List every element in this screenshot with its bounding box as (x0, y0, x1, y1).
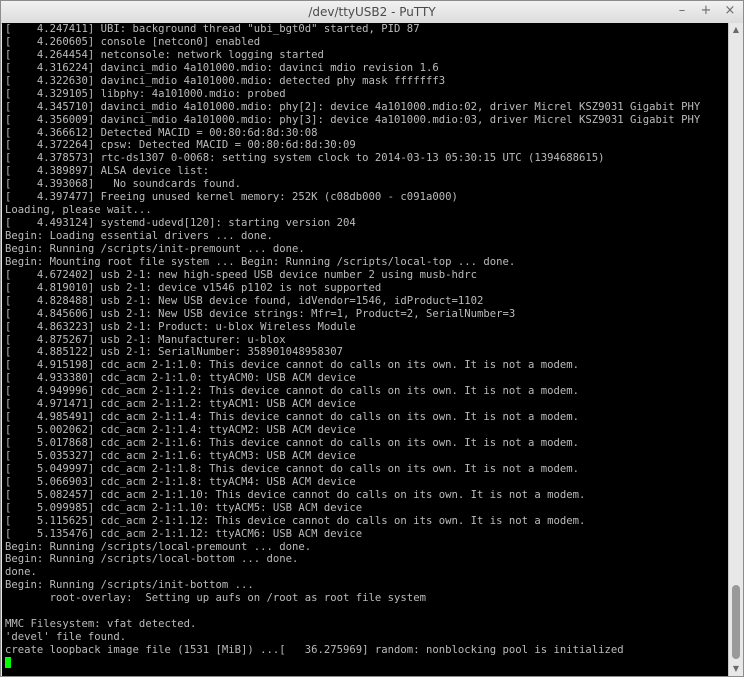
terminal-line: [ 5.066903] cdc_acm 2-1:1.8: ttyACM4: US… (5, 475, 356, 488)
terminal-line: [ 4.971471] cdc_acm 2-1:1.2: ttyACM1: US… (5, 398, 356, 411)
terminal-cursor-line (5, 656, 700, 670)
terminal-line: 'devel' file found. (5, 631, 127, 644)
terminal-line: [ 4.366612] Detected MACID = 00:80:6d:8d… (5, 126, 318, 139)
scroll-down-icon[interactable]: ▼ (729, 662, 743, 676)
terminal-line: Begin: Running /scripts/init-premount ..… (5, 242, 305, 255)
terminal-line: [ 4.264454] netconsole: network logging … (5, 48, 324, 61)
terminal-line: [ 5.017868] cdc_acm 2-1:1.6: This device… (5, 437, 580, 449)
terminal-line: Begin: Loading essential drivers ... don… (5, 230, 273, 242)
terminal-line: [ 4.985491] cdc_acm 2-1:1.4: This device… (5, 411, 580, 424)
terminal-line: Begin: Running /scripts/init-bottom ... (5, 579, 254, 592)
terminal-line: [ 4.933380] cdc_acm 2-1:1.0: ttyACM0: US… (5, 372, 356, 385)
terminal-line: [ 4.356009] davinci_mdio 4a101000.mdio: … (5, 113, 701, 126)
terminal-line: Loading, please wait... (5, 204, 152, 217)
terminal-line: Begin: Mounting root file system ... Beg… (5, 255, 516, 268)
terminal-line: Begin: Running /scripts/local-bottom ...… (5, 553, 299, 566)
terminal-screen[interactable]: [ 4.247411] UBI: background thread "ubi_… (2, 23, 728, 676)
terminal-line: [ 4.949996] cdc_acm 2-1:1.2: This device… (5, 385, 580, 398)
terminal-line: [ 5.002062] cdc_acm 2-1:1.4: ttyACM2: US… (5, 424, 356, 437)
terminal-line: [ 4.493124] systemd-udevd[120]: starting… (5, 217, 356, 230)
terminal-line: [ 5.135476] cdc_acm 2-1:1.12: ttyACM6: U… (5, 527, 363, 540)
terminal-line: [ 4.372264] cpsw: Detected MACID = 00:80… (5, 139, 356, 152)
terminal-line: [ 5.049997] cdc_acm 2-1:1.8: This device… (5, 462, 580, 475)
terminal-line: root-overlay: Setting up aufs on /root a… (5, 592, 426, 605)
scrollbar-thumb[interactable] (732, 585, 740, 659)
window-title: /dev/ttyUSB2 - PuTTY (308, 5, 436, 19)
terminal-line: [ 5.082457] cdc_acm 2-1:1.10: This devic… (5, 488, 586, 501)
terminal-line: [ 4.322630] davinci_mdio 4a101000.mdio: … (5, 74, 446, 87)
terminal-line: [ 4.845606] usb 2-1: New USB device stri… (5, 307, 516, 320)
terminal-output: [ 4.247411] UBI: background thread "ubi_… (5, 23, 700, 670)
terminal-line: [ 4.316224] davinci_mdio 4a101000.mdio: … (5, 61, 439, 74)
terminal-line: [ 4.819010] usb 2-1: device v1546 p1102 … (5, 281, 382, 294)
terminal-line: [ 5.099985] cdc_acm 2-1:1.10: ttyACM5: U… (5, 501, 363, 514)
terminal-line: [ 4.828488] usb 2-1: New USB device foun… (5, 294, 484, 307)
close-icon[interactable]: × (723, 3, 737, 19)
terminal-line: [ 4.863223] usb 2-1: Product: u-blox Wir… (5, 320, 356, 333)
terminal-line: [ 4.915198] cdc_acm 2-1:1.0: This device… (5, 359, 580, 372)
terminal-line: [ 4.389897] ALSA device list: (5, 165, 210, 178)
terminal-line: [ 4.345710] davinci_mdio 4a101000.mdio: … (5, 100, 701, 113)
terminal-line: [ 4.329105] libphy: 4a101000.mdio: probe… (5, 87, 286, 100)
scroll-up-icon[interactable]: ▲ (729, 23, 743, 37)
terminal-line: [ 4.397477] Freeing unused kernel memory… (5, 191, 458, 204)
terminal-line: [ 5.115625] cdc_acm 2-1:1.12: This devic… (5, 514, 586, 527)
terminal-line: [ 4.672402] usb 2-1: new high-speed USB … (5, 268, 477, 281)
terminal-line: [ 4.885122] usb 2-1: SerialNumber: 35890… (5, 346, 344, 359)
window-controls: – + × (675, 3, 737, 21)
vertical-scrollbar[interactable]: ▲ ▼ (728, 23, 743, 676)
terminal-line: [ 5.035327] cdc_acm 2-1:1.6: ttyACM3: US… (5, 449, 356, 462)
terminal-line: done. (5, 566, 37, 579)
putty-window: /dev/ttyUSB2 - PuTTY – + × [ 4.247411] U… (0, 0, 744, 677)
text-cursor (5, 656, 11, 668)
maximize-icon[interactable]: + (699, 3, 713, 19)
terminal-line: [ 4.378573] rtc-ds1307 0-0068: setting s… (5, 152, 605, 165)
terminal-line: MMC Filesystem: vfat detected. (5, 618, 197, 631)
terminal-line: [ 4.247411] UBI: background thread "ubi_… (5, 23, 420, 35)
minimize-icon[interactable]: – (675, 3, 689, 19)
title-bar[interactable]: /dev/ttyUSB2 - PuTTY – + × (1, 1, 743, 24)
terminal-line: [ 4.875267] usb 2-1: Manufacturer: u-blo… (5, 333, 286, 346)
terminal-line: [ 4.260605] console [netcon0] enabled (5, 35, 261, 48)
terminal-line: [ 4.393068] No soundcards found. (5, 178, 241, 191)
terminal-line: create loopback image file (1531 [MiB]) … (5, 644, 624, 656)
terminal-line: Begin: Running /scripts/local-premount .… (5, 540, 312, 553)
